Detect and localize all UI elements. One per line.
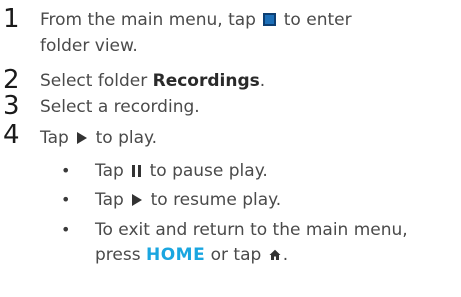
bullet-dot: • [61, 190, 71, 209]
step-number: 4 [3, 120, 20, 150]
step-text: Select folder Recordings. [40, 71, 266, 91]
home-icon [269, 249, 281, 260]
bullet-text: Tap to resume play. [95, 190, 282, 210]
step-number: 2 [3, 65, 20, 95]
play-icon [132, 194, 143, 206]
bullet-dot: • [61, 220, 71, 239]
step-number: 1 [3, 4, 20, 34]
play-icon [77, 132, 88, 144]
pause-icon [132, 165, 142, 177]
bullet-text: To exit and return to the main menu, [95, 220, 408, 240]
bullet-text: Tap to pause play. [95, 161, 268, 181]
step-text: Tap to play. [40, 128, 158, 148]
step-text: Select a recording. [40, 97, 200, 117]
step-text-continued: folder view. [40, 36, 138, 56]
bullet-dot: • [61, 161, 71, 180]
step-text: From the main menu, tap to enter [40, 10, 352, 30]
folder-view-icon [263, 13, 277, 26]
home-key-label: HOME [146, 245, 206, 265]
step-number: 3 [3, 91, 20, 121]
folder-name: Recordings [152, 71, 260, 91]
bullet-text-continued: press HOME or tap . [95, 245, 289, 265]
